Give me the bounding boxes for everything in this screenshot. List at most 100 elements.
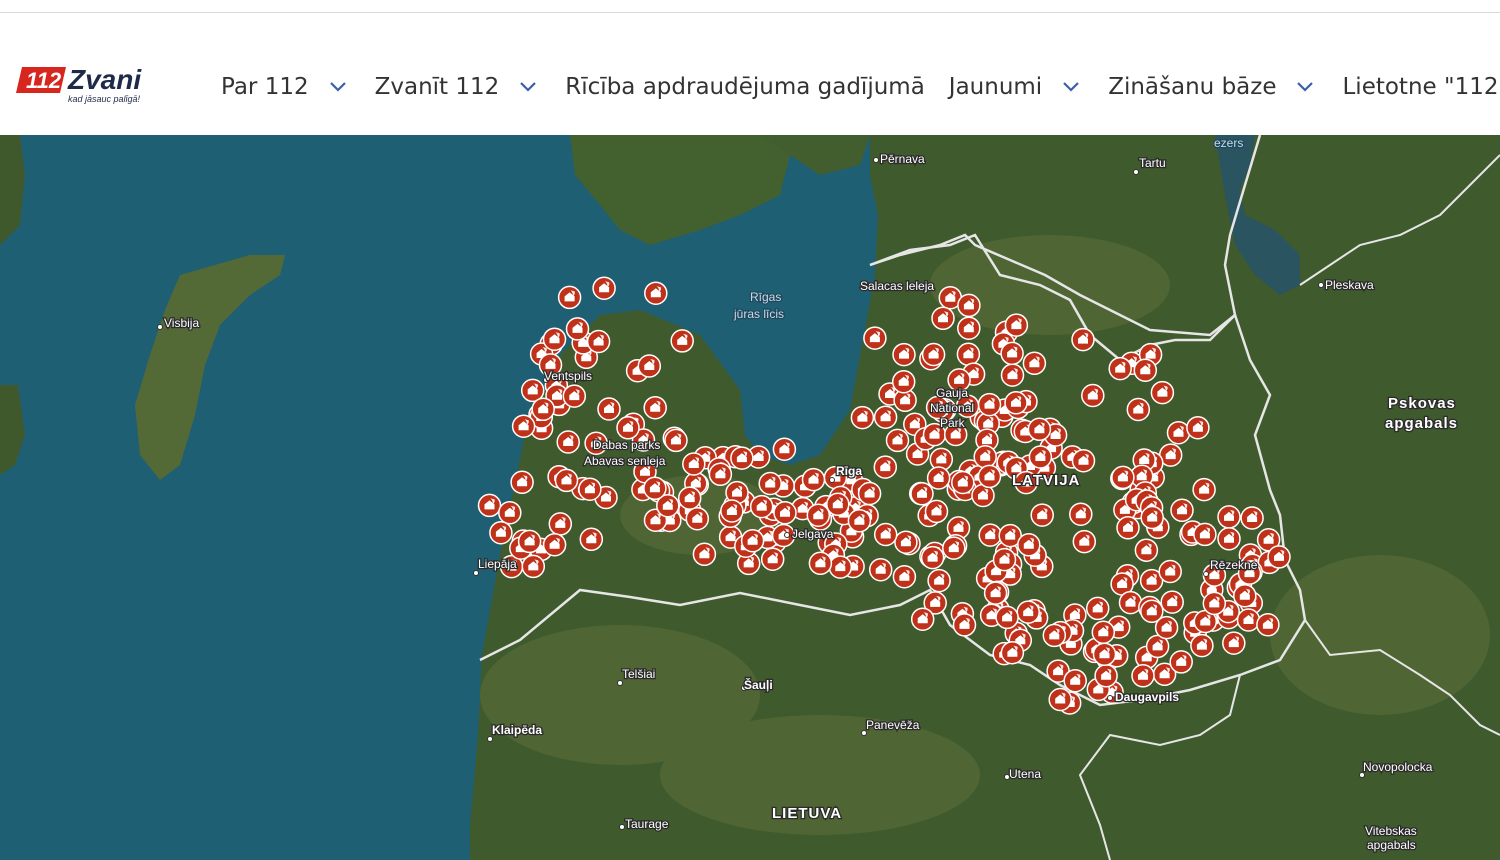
house-fire-icon[interactable] [957,316,981,340]
nav-item-2[interactable]: Rīcība apdraudējuma gadījumā [565,74,925,100]
house-fire-icon[interactable] [510,470,534,495]
house-fire-icon[interactable] [924,499,949,524]
house-fire-icon[interactable] [1222,631,1246,655]
house-fire-icon[interactable] [578,477,602,501]
house-fire-icon[interactable] [1126,397,1151,422]
house-fire-icon[interactable] [720,499,744,523]
house-fire-icon[interactable] [1233,583,1257,608]
house-fire-icon[interactable] [740,528,765,553]
house-fire-icon[interactable] [511,414,536,438]
house-fire-icon[interactable] [873,405,898,429]
house-fire-icon[interactable] [1016,600,1040,624]
house-fire-icon[interactable] [1030,503,1054,527]
house-fire-icon[interactable] [1170,498,1194,523]
house-fire-icon[interactable] [1236,608,1261,632]
house-fire-icon[interactable] [1166,420,1191,445]
house-fire-icon[interactable] [983,581,1008,605]
house-fire-icon[interactable] [1217,505,1241,529]
house-fire-icon[interactable] [643,395,667,420]
house-fire-icon[interactable] [1256,613,1280,637]
house-fire-icon[interactable] [894,530,918,554]
house-fire-icon[interactable] [1000,640,1025,665]
house-fire-icon[interactable] [677,486,702,510]
house-fire-icon[interactable] [749,494,774,519]
house-fire-icon[interactable] [1158,559,1182,584]
house-fire-icon[interactable] [592,276,616,300]
house-fire-icon[interactable] [1072,529,1097,554]
house-fire-icon[interactable] [1217,527,1241,551]
house-fire-icon[interactable] [637,354,662,378]
house-fire-icon[interactable] [921,342,946,367]
house-fire-icon[interactable] [808,551,833,576]
house-fire-icon[interactable] [1150,380,1175,405]
house-fire-icon[interactable] [910,482,934,506]
nav-item-4[interactable]: Zināšanu bāze [1108,74,1318,100]
map[interactable]: Pērnava Tartu ezers Salacas leleja Rīgas… [0,135,1500,860]
house-fire-icon[interactable] [978,523,1002,547]
house-fire-icon[interactable] [1160,590,1184,614]
house-fire-icon[interactable] [521,554,546,579]
house-fire-icon[interactable] [868,557,893,582]
house-fire-icon[interactable] [517,529,542,554]
house-fire-icon[interactable] [1140,599,1164,624]
house-fire-icon[interactable] [685,506,710,531]
house-fire-icon[interactable] [548,512,573,536]
house-fire-icon[interactable] [1186,415,1210,440]
house-fire-icon[interactable] [995,605,1019,630]
house-fire-icon[interactable] [1133,358,1158,382]
house-fire-icon[interactable] [1000,341,1024,366]
nav-item-1[interactable]: Zvanīt 112 [375,74,542,100]
house-fire-icon[interactable] [826,492,850,517]
house-fire-icon[interactable] [1042,623,1067,648]
house-fire-icon[interactable] [1071,448,1096,473]
house-fire-icon[interactable] [957,293,981,318]
house-fire-icon[interactable] [926,466,951,490]
house-fire-icon[interactable] [992,547,1017,572]
house-fire-icon[interactable] [708,462,733,487]
house-fire-icon[interactable] [828,555,853,579]
map-canvas[interactable]: Pērnava Tartu ezers Salacas leleja Rīgas… [0,135,1500,860]
house-fire-icon[interactable] [643,476,667,501]
house-fire-icon[interactable] [1267,545,1291,569]
house-fire-icon[interactable] [931,306,955,331]
house-fire-icon[interactable] [682,452,706,476]
house-fire-icon[interactable] [1116,516,1140,540]
house-fire-icon[interactable] [1131,664,1155,688]
nav-item-3[interactable]: Jaunumi [949,74,1084,100]
house-fire-icon[interactable] [956,342,981,367]
house-fire-icon[interactable] [1094,664,1118,688]
house-fire-icon[interactable] [1063,668,1087,693]
house-fire-icon[interactable] [562,384,587,408]
house-fire-icon[interactable] [873,455,898,479]
house-fire-icon[interactable] [1140,505,1164,530]
house-fire-icon[interactable] [1134,538,1159,562]
house-fire-icon[interactable] [1240,506,1264,530]
house-fire-icon[interactable] [892,564,917,589]
logo[interactable]: 112 Zvani kad jāsauc palīgā! [16,53,156,113]
house-fire-icon[interactable] [927,568,951,593]
house-fire-icon[interactable] [973,445,997,469]
house-fire-icon[interactable] [556,430,580,454]
house-fire-icon[interactable] [952,613,977,637]
house-fire-icon[interactable] [1071,327,1095,352]
house-fire-icon[interactable] [942,536,966,560]
house-fire-icon[interactable] [542,327,567,351]
house-fire-icon[interactable] [498,500,522,525]
house-fire-icon[interactable] [579,527,604,552]
house-fire-icon[interactable] [1111,465,1135,490]
house-fire-icon[interactable] [760,547,785,571]
house-fire-icon[interactable] [1004,313,1029,337]
nav-item-5[interactable]: Lietotne "112 L [1342,74,1500,100]
house-fire-icon[interactable] [542,532,567,557]
house-fire-icon[interactable] [772,437,797,461]
house-fire-icon[interactable] [891,369,916,394]
house-fire-icon[interactable] [1048,687,1072,712]
house-fire-icon[interactable] [857,481,882,506]
nav-item-0[interactable]: Par 112 [221,74,351,100]
house-fire-icon[interactable] [1091,620,1116,644]
house-fire-icon[interactable] [801,467,826,492]
house-fire-icon[interactable] [664,428,688,453]
house-fire-icon[interactable] [1069,502,1093,526]
house-fire-icon[interactable] [1028,445,1053,469]
house-fire-icon[interactable] [489,520,513,545]
